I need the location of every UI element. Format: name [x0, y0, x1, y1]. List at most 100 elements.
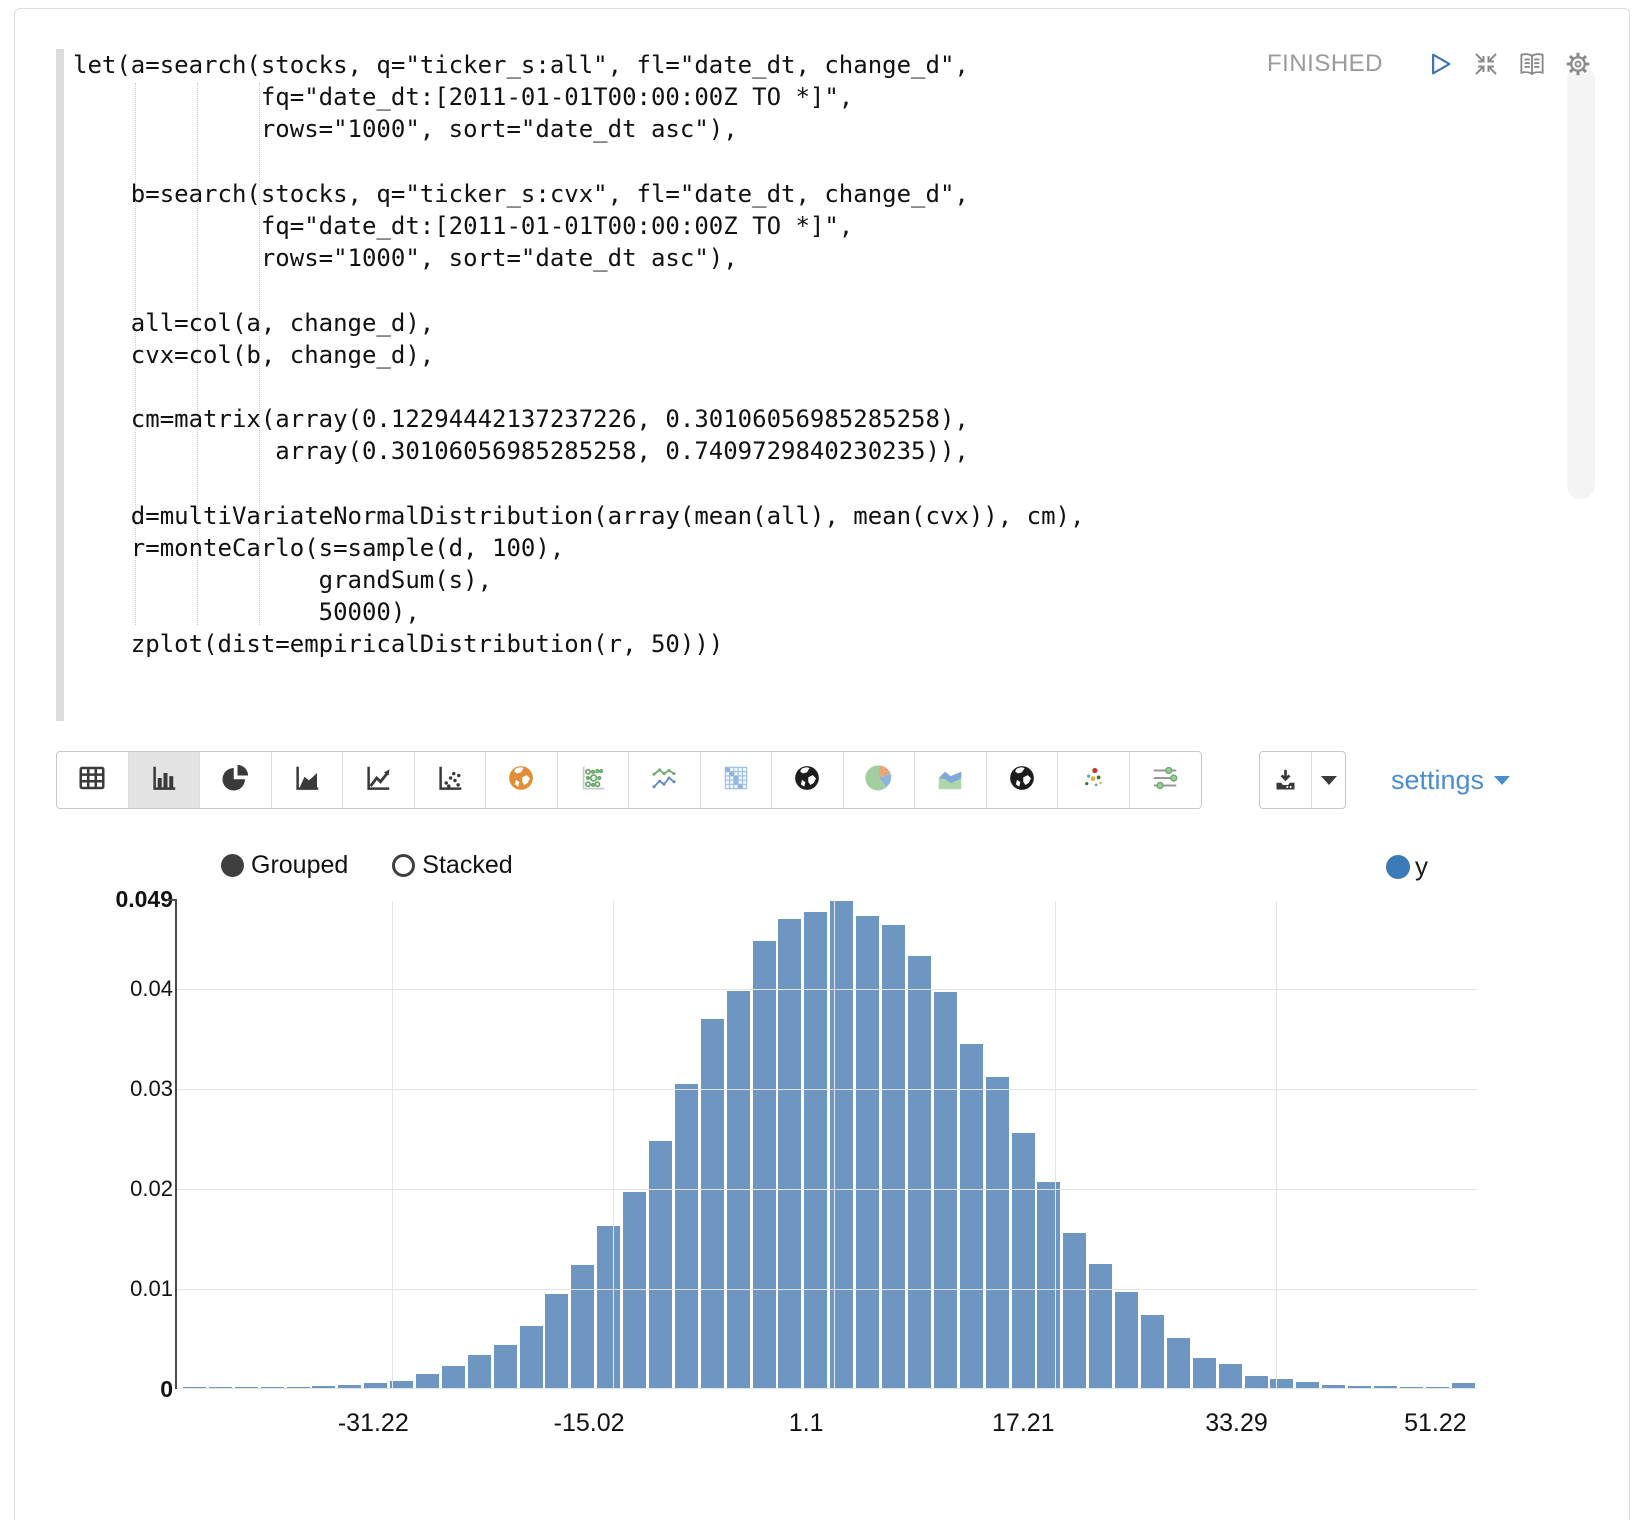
x-tick-label: 17.21: [992, 1409, 1055, 1438]
histogram-bar-40[interactable]: [1219, 1364, 1242, 1389]
settings-link[interactable]: settings: [1391, 751, 1510, 809]
x-baseline: [177, 1388, 1477, 1389]
histogram-bar-21[interactable]: [727, 991, 750, 1389]
v-gridline: [834, 901, 835, 1389]
code-line[interactable]: d=multiVariateNormalDistribution(array(m…: [73, 500, 1084, 532]
download-split-button: [1259, 751, 1346, 809]
v-gridline: [1055, 901, 1056, 1389]
viz-button-heatmap[interactable]: [701, 752, 773, 808]
viz-button-color-scatter[interactable]: [1058, 752, 1130, 808]
settings-label: settings: [1391, 765, 1484, 796]
viz-button-bar-chart[interactable]: [129, 752, 201, 808]
code-line[interactable]: rows="1000", sort="date_dt asc"),: [73, 113, 1084, 145]
play-icon[interactable]: [1425, 49, 1455, 79]
histogram-bar-39[interactable]: [1193, 1358, 1216, 1389]
viz-button-world-map-2[interactable]: [987, 752, 1059, 808]
histogram-bar-35[interactable]: [1089, 1264, 1112, 1389]
histogram-bar-29[interactable]: [934, 992, 957, 1389]
viz-button-color-pie-chart[interactable]: [844, 752, 916, 808]
histogram-bar-26[interactable]: [856, 916, 879, 1389]
histogram-bar-30[interactable]: [960, 1044, 983, 1389]
code-line[interactable]: cvx=col(b, change_d),: [73, 339, 1084, 371]
y-tick-label: 0.03: [75, 1076, 173, 1102]
v-gridline: [613, 901, 614, 1389]
code-line[interactable]: grandSum(s),: [73, 564, 1084, 596]
download-options-button[interactable]: [1312, 752, 1345, 808]
viz-button-pie-chart[interactable]: [200, 752, 272, 808]
y-axis-line: [175, 899, 177, 1389]
code-line[interactable]: zplot(dist=empiricalDistribution(r, 50))…: [73, 628, 1084, 660]
viz-button-globe-viz[interactable]: [486, 752, 558, 808]
code-line[interactable]: b=search(stocks, q="ticker_s:cvx", fl="d…: [73, 178, 1084, 210]
histogram-bar-38[interactable]: [1167, 1338, 1190, 1389]
histogram-bar-19[interactable]: [675, 1084, 698, 1389]
histogram-bar-16[interactable]: [597, 1226, 620, 1389]
histogram-bar-31[interactable]: [986, 1077, 1009, 1389]
histogram-bar-22[interactable]: [753, 941, 776, 1389]
histogram-bar-9[interactable]: [416, 1374, 439, 1389]
histogram-bar-34[interactable]: [1063, 1233, 1086, 1389]
globe-orange-icon: [506, 763, 536, 798]
area-chart-icon: [292, 763, 322, 798]
histogram-bar-13[interactable]: [520, 1326, 543, 1389]
editor-scrollbar[interactable]: [1567, 65, 1595, 499]
viz-button-bubble-chart[interactable]: [558, 752, 630, 808]
viz-button-table[interactable]: [57, 752, 129, 808]
area-color-icon: [935, 763, 965, 798]
code-line[interactable]: cm=matrix(array(0.12294442137237226, 0.3…: [73, 403, 1084, 435]
x-tick-label: 1.1: [789, 1409, 824, 1438]
histogram-bar-32[interactable]: [1012, 1133, 1035, 1389]
code-line[interactable]: [73, 146, 1084, 178]
x-tick-label: -31.22: [338, 1409, 409, 1438]
histogram-bar-37[interactable]: [1141, 1315, 1164, 1389]
code-line[interactable]: let(a=search(stocks, q="ticker_s:all", f…: [73, 49, 1084, 81]
histogram-bar-18[interactable]: [649, 1141, 672, 1389]
download-button[interactable]: [1260, 752, 1312, 808]
viz-button-line-chart[interactable]: [343, 752, 415, 808]
code-line[interactable]: array(0.30106056985285258, 0.74097298402…: [73, 435, 1084, 467]
gear-icon[interactable]: [1563, 49, 1593, 79]
code-line[interactable]: r=monteCarlo(s=sample(d, 100),: [73, 532, 1084, 564]
scatter-plot-icon: [435, 763, 465, 798]
histogram-bar-14[interactable]: [545, 1294, 568, 1389]
y-tick-label: 0.04: [75, 976, 173, 1002]
code-line[interactable]: all=col(a, change_d),: [73, 307, 1084, 339]
legend-dot-icon: [1386, 855, 1410, 879]
histogram-bar-24[interactable]: [804, 912, 827, 1389]
bar-mode-grouped[interactable]: Grouped: [221, 851, 348, 880]
x-tick-label: -15.02: [554, 1409, 625, 1438]
bars-container: [183, 899, 1475, 1389]
histogram-bar-36[interactable]: [1115, 1292, 1138, 1389]
code-line[interactable]: fq="date_dt:[2011-01-01T00:00:00Z TO *]"…: [73, 210, 1084, 242]
code-line[interactable]: [73, 467, 1084, 499]
code-line[interactable]: [73, 371, 1084, 403]
code-editor[interactable]: let(a=search(stocks, q="ticker_s:all", f…: [73, 49, 1084, 661]
histogram-bar-20[interactable]: [701, 1019, 724, 1389]
histogram-bar-28[interactable]: [908, 956, 931, 1389]
multi-line-icon: [649, 763, 679, 798]
histogram-bar-27[interactable]: [882, 925, 905, 1389]
viz-button-world-map[interactable]: [772, 752, 844, 808]
code-line[interactable]: [73, 274, 1084, 306]
viz-button-area-chart[interactable]: [272, 752, 344, 808]
bubble-chart-icon: [578, 763, 608, 798]
histogram-bar-33[interactable]: [1037, 1182, 1060, 1389]
code-line[interactable]: 50000),: [73, 596, 1084, 628]
viz-button-color-area-chart[interactable]: [915, 752, 987, 808]
y-axis-top-tick: [167, 899, 176, 901]
histogram-bar-15[interactable]: [571, 1265, 594, 1389]
bar-mode-stacked[interactable]: Stacked: [392, 851, 512, 880]
viz-button-multi-line-chart[interactable]: [629, 752, 701, 808]
book-icon[interactable]: [1517, 49, 1547, 79]
legend-item-y[interactable]: y: [1386, 851, 1428, 882]
histogram-bar-11[interactable]: [468, 1355, 491, 1389]
histogram-bar-10[interactable]: [442, 1366, 465, 1389]
histogram-bar-12[interactable]: [494, 1345, 517, 1389]
viz-button-range-sliders[interactable]: [1130, 752, 1202, 808]
code-line[interactable]: fq="date_dt:[2011-01-01T00:00:00Z TO *]"…: [73, 81, 1084, 113]
code-line[interactable]: rows="1000", sort="date_dt asc"),: [73, 242, 1084, 274]
caret-down-icon: [1321, 776, 1337, 785]
histogram-bar-17[interactable]: [623, 1192, 646, 1389]
viz-button-scatter-plot[interactable]: [415, 752, 487, 808]
compress-icon[interactable]: [1471, 49, 1501, 79]
